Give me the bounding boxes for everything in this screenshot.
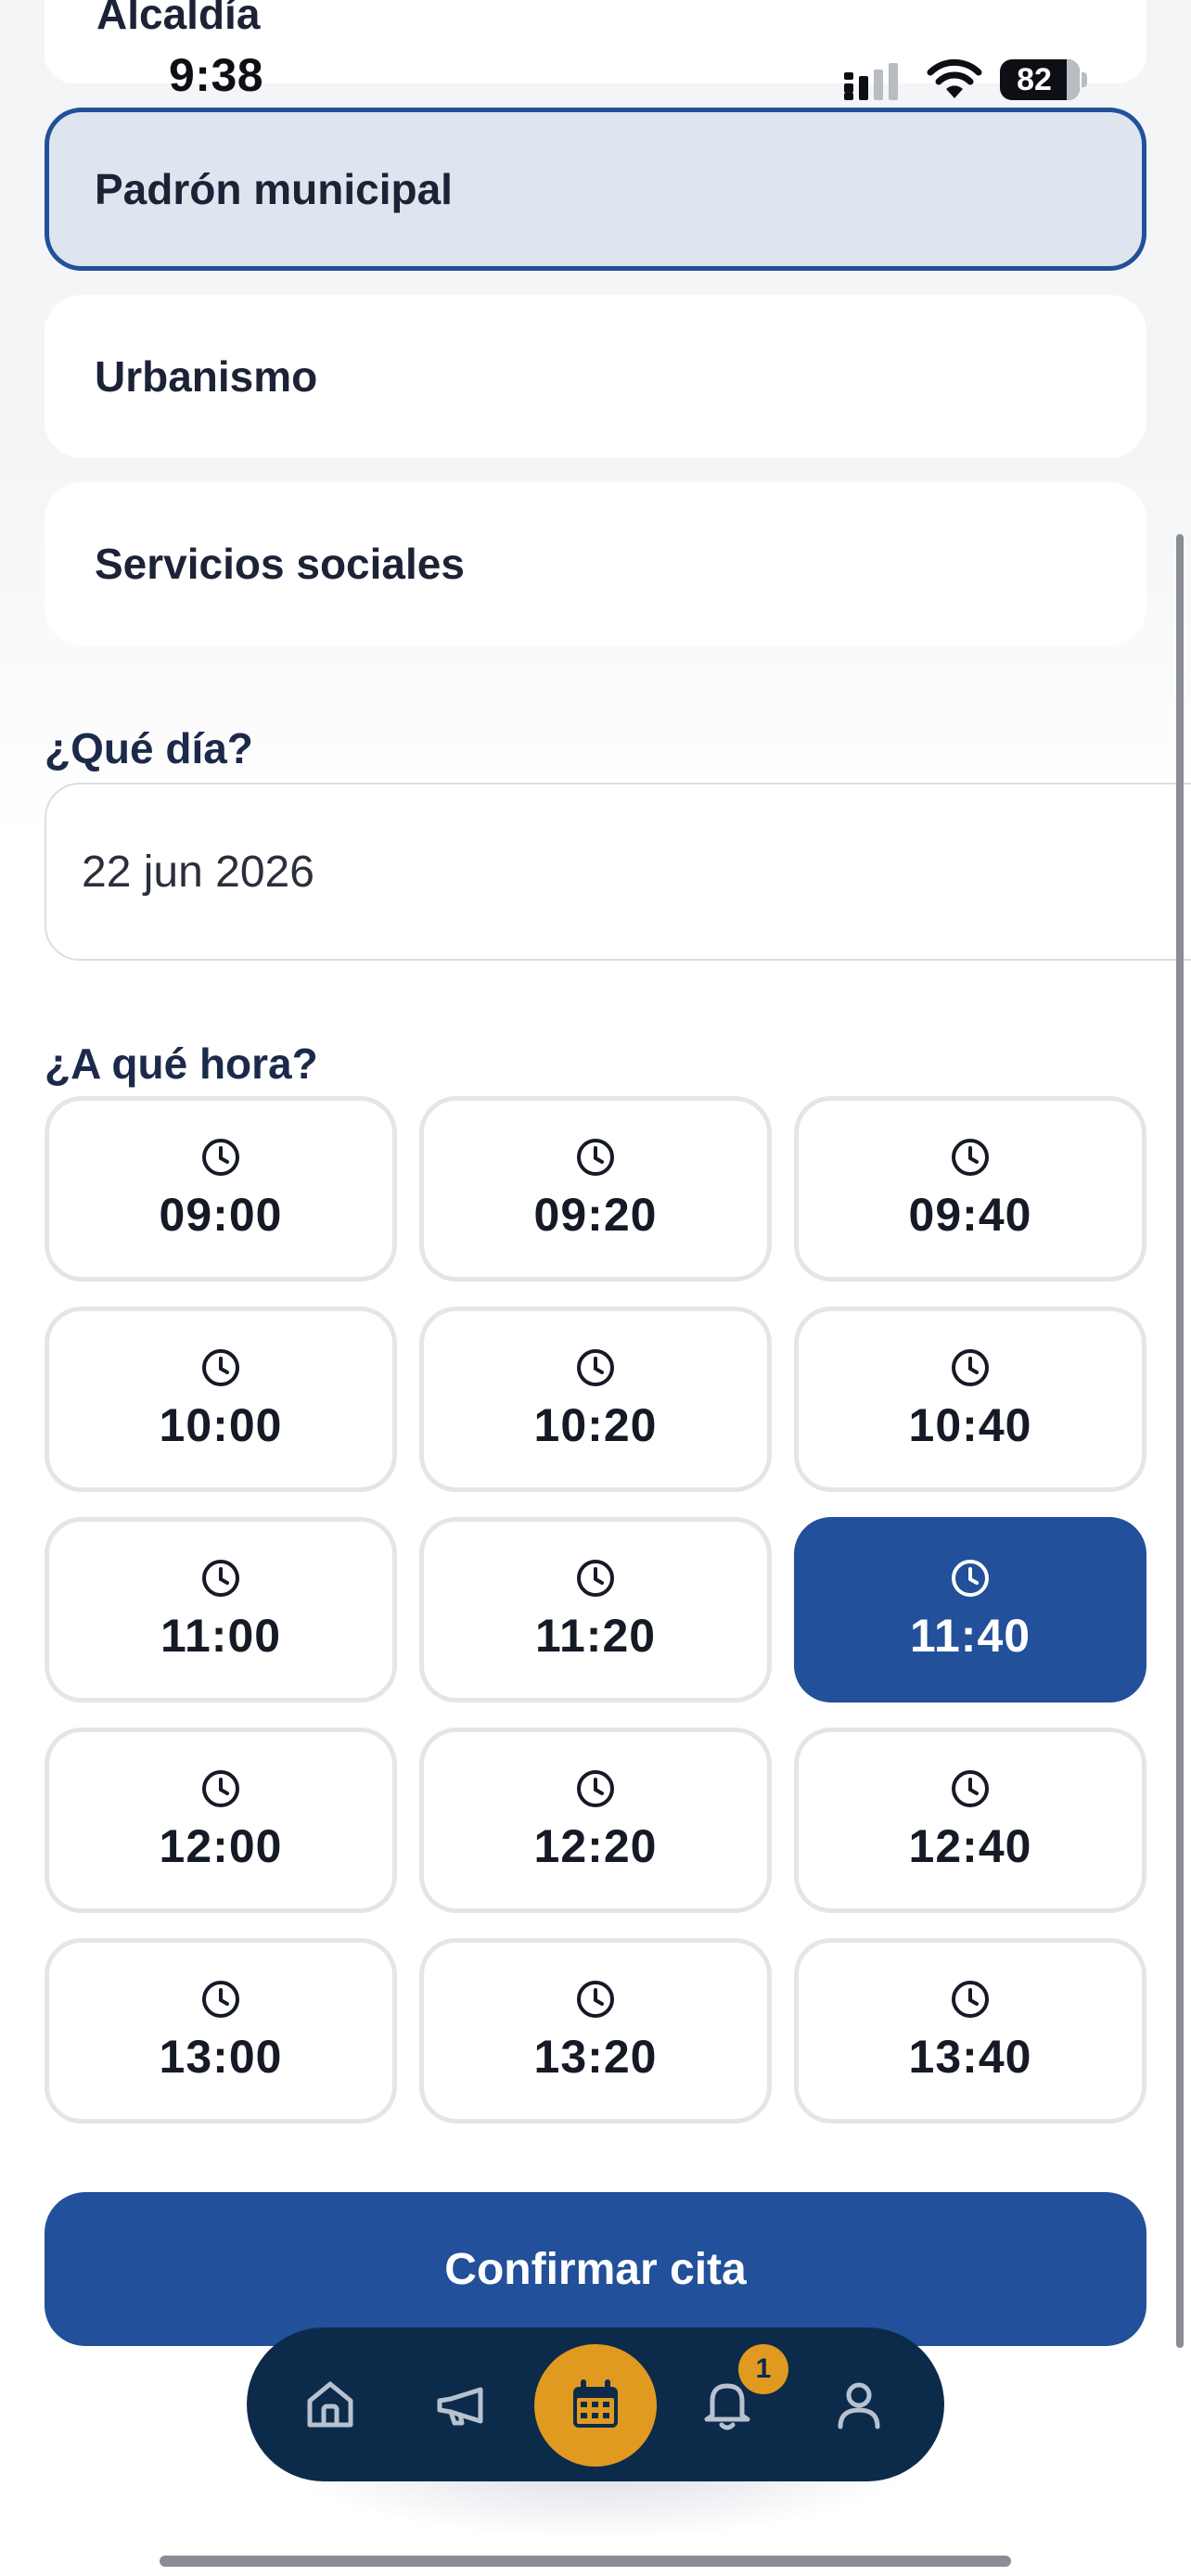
time-slot-label: 11:20 xyxy=(534,1610,657,1662)
clock-icon xyxy=(952,1560,989,1597)
home-indicator[interactable] xyxy=(160,2556,1011,2567)
time-slot-label: 13:20 xyxy=(533,2031,658,2083)
time-slot[interactable]: 12:40 xyxy=(794,1728,1146,1913)
time-slot[interactable]: 10:40 xyxy=(794,1307,1146,1492)
clock-icon xyxy=(952,1349,989,1386)
cellular-signal-icon xyxy=(844,63,898,100)
user-icon xyxy=(838,2382,880,2429)
megaphone-icon xyxy=(437,2387,483,2426)
clock-icon xyxy=(577,1770,614,1807)
time-section-label: ¿A qué hora? xyxy=(45,1039,318,1088)
clock-icon xyxy=(952,1770,989,1807)
wifi-icon xyxy=(927,58,982,98)
time-slot-label: 10:20 xyxy=(533,1399,658,1451)
nav-appointments[interactable] xyxy=(534,2344,657,2467)
home-icon xyxy=(307,2381,353,2428)
time-slot[interactable]: 13:00 xyxy=(45,1938,397,2123)
time-slot-label: 10:40 xyxy=(908,1399,1032,1451)
confirm-appointment-button[interactable]: Confirmar cita xyxy=(45,2192,1146,2346)
time-slot[interactable]: 12:20 xyxy=(419,1728,772,1913)
scrollbar[interactable] xyxy=(1176,534,1184,2348)
clock-icon xyxy=(202,1349,239,1386)
time-slot-label: 11:40 xyxy=(909,1610,1031,1662)
date-input[interactable]: 22 jun 2026 xyxy=(45,783,1191,961)
time-slot[interactable]: 13:20 xyxy=(419,1938,772,2123)
date-section-label: ¿Qué día? xyxy=(45,724,253,772)
time-slot[interactable]: 10:00 xyxy=(45,1307,397,1492)
time-slot-label: 09:20 xyxy=(533,1189,658,1241)
time-slot[interactable]: 12:00 xyxy=(45,1728,397,1913)
time-slot-label: 13:40 xyxy=(908,2031,1032,2083)
time-slot-label: 11:00 xyxy=(160,1610,282,1662)
clock-icon xyxy=(952,1981,989,2018)
department-option-label: Padrón municipal xyxy=(95,165,453,213)
clock-icon xyxy=(202,1560,239,1597)
calendar-icon xyxy=(573,2379,618,2428)
time-slot[interactable]: 13:40 xyxy=(794,1938,1146,2123)
department-option-label: Urbanismo xyxy=(95,352,318,401)
time-slot[interactable]: 09:00 xyxy=(45,1096,397,1282)
clock-icon xyxy=(577,1139,614,1176)
time-slot[interactable]: 11:00 xyxy=(45,1517,397,1702)
time-slot-label: 12:00 xyxy=(159,1820,283,1872)
time-slot-label: 12:40 xyxy=(908,1820,1032,1872)
time-slot[interactable]: 11:40 xyxy=(794,1517,1146,1702)
time-slot-label: 13:00 xyxy=(159,2031,283,2083)
department-option-urbanismo[interactable]: Urbanismo xyxy=(45,295,1146,458)
battery-icon: 82 xyxy=(1000,59,1087,100)
status-time: 9:38 xyxy=(169,49,264,101)
clock-icon xyxy=(577,1981,614,2018)
time-slot-label: 12:20 xyxy=(533,1820,658,1872)
time-slot[interactable]: 09:40 xyxy=(794,1096,1146,1282)
time-slot-label: 09:00 xyxy=(159,1189,283,1241)
clock-icon xyxy=(952,1139,989,1176)
clock-icon xyxy=(202,1139,239,1176)
date-value: 22 jun 2026 xyxy=(82,847,314,897)
department-option-padron[interactable]: Padrón municipal xyxy=(45,108,1146,271)
time-slot[interactable]: 10:20 xyxy=(419,1307,772,1492)
status-bar: 9:38 82 xyxy=(0,0,1191,111)
time-slot-label: 09:40 xyxy=(908,1189,1032,1241)
clock-icon xyxy=(202,1981,239,2018)
nav-home[interactable] xyxy=(275,2327,386,2481)
nav-announcements[interactable] xyxy=(406,2327,518,2481)
time-slot[interactable]: 11:20 xyxy=(419,1517,772,1702)
appointment-screen: Alcaldía 9:38 82 Padrón municipal Urbani… xyxy=(0,0,1191,2576)
clock-icon xyxy=(577,1560,614,1597)
clock-icon xyxy=(202,1770,239,1807)
department-option-label: Servicios sociales xyxy=(95,540,465,588)
time-slot-label: 10:00 xyxy=(159,1399,283,1451)
nav-profile[interactable] xyxy=(803,2327,915,2481)
notification-badge: 1 xyxy=(738,2344,788,2394)
battery-level: 82 xyxy=(1017,62,1052,97)
bottom-navigation: 1 xyxy=(247,2327,944,2481)
clock-icon xyxy=(577,1349,614,1386)
time-slot[interactable]: 09:20 xyxy=(419,1096,772,1282)
department-option-servicios-sociales[interactable]: Servicios sociales xyxy=(45,482,1146,645)
